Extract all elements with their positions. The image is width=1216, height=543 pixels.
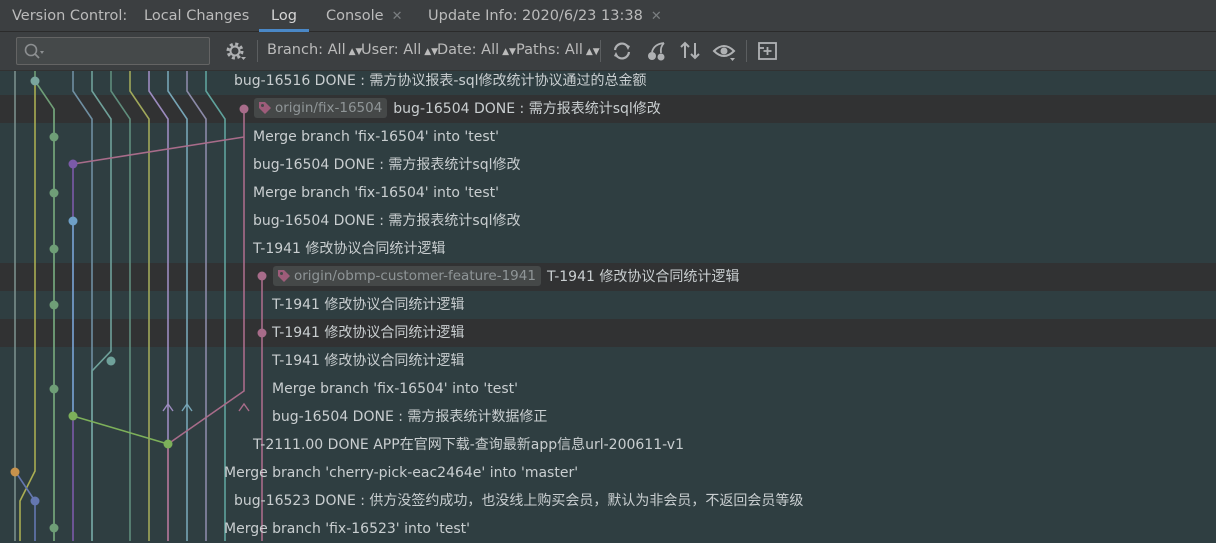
commit-message: T-1941 修改协议合同统计逻辑 [546,269,740,285]
commit-node [30,496,40,506]
close-icon[interactable]: ✕ [651,9,662,24]
commit-node [68,411,78,421]
branch-ref-label[interactable]: origin/fix-16504 [254,98,388,118]
tab-console-label: Console [326,8,384,24]
commit-message[interactable]: Merge branch 'fix-16504' into 'test' [253,179,499,207]
commit-message[interactable]: Merge branch 'cherry-pick-eac2464e' into… [224,459,578,487]
commit-message[interactable]: Merge branch 'fix-16504' into 'test' [253,123,499,151]
toolbar-separator [746,40,747,62]
tag-icon [259,102,271,114]
commit-node [257,271,267,281]
log-toolbar: Branch: All ▲▼ User: All ▲▼ Date: All ▲▼ Pa… [0,32,1216,71]
tool-window-tab-bar: Version Control: Local Changes Log Conso… [0,0,1216,32]
tab-update-info-label: Update Info: 2020/6/23 13:38 [428,8,643,24]
commit-node [49,523,59,533]
paths-filter-label: Paths: All [516,42,583,58]
search-text-field[interactable] [47,41,206,63]
commit-node [10,467,20,477]
commit-node [106,356,116,366]
commit-node [163,439,173,449]
tab-local-changes[interactable]: Local Changes [144,0,249,32]
close-icon[interactable]: ✕ [392,9,403,24]
commit-message[interactable]: T-1941 修改协议合同统计逻辑 [272,319,464,347]
tab-log[interactable]: Log [271,0,297,32]
eye-icon[interactable] [711,38,737,64]
commit-node [49,188,59,198]
date-filter-label: Date: All [437,42,500,58]
tab-update-info[interactable]: Update Info: 2020/6/23 13:38 ✕ [428,0,662,32]
commit-node [257,328,267,338]
branch-ref-label[interactable]: origin/obmp-customer-feature-1941 [273,266,541,286]
branch-filter-label: Branch: All [267,42,346,58]
version-control-title: Version Control: [12,8,128,24]
search-icon [24,43,44,59]
commit-node [68,216,78,226]
paths-filter[interactable]: Paths: All ▲▼ [516,32,600,69]
user-filter[interactable]: User: All ▲▼ [361,32,438,69]
commit-node [49,132,59,142]
commit-node [49,384,59,394]
commit-message[interactable]: T-1941 修改协议合同统计逻辑 [253,235,445,263]
commit-message[interactable]: bug-16504 DONE : 需方报表统计数据修正 [272,403,547,431]
cherry-pick-icon[interactable] [644,38,670,64]
dropdown-arrows-icon: ▲▼ [585,47,600,57]
user-filter-label: User: All [361,42,422,58]
commit-node [49,244,59,254]
tag-icon [278,270,290,282]
commit-node [68,159,78,169]
branch-filter[interactable]: Branch: All ▲▼ [267,32,362,69]
commit-message[interactable]: bug-16504 DONE : 需方报表统计sql修改 [253,207,521,235]
commit-message[interactable]: bug-16516 DONE : 需方协议报表-sql修改统计协议通过的总金额 [234,67,647,95]
commit-node [239,104,249,114]
commit-entry[interactable]: origin/fix-16504 bug-16504 DONE : 需方报表统计s… [254,95,661,123]
refresh-icon[interactable] [609,38,635,64]
settings-icon[interactable] [222,38,248,64]
commit-message[interactable]: Merge branch 'fix-16504' into 'test' [272,375,518,403]
commit-message[interactable]: T-1941 修改协议合同统计逻辑 [272,347,464,375]
commit-node [49,300,59,310]
branch-ref-text: origin/obmp-customer-feature-1941 [294,268,536,284]
sort-icon[interactable] [677,38,703,64]
commit-message: bug-16504 DONE : 需方报表统计sql修改 [393,101,661,117]
branch-ref-text: origin/fix-16504 [275,100,383,116]
commit-message[interactable]: bug-16523 DONE : 供方没签约成功，也没线上购买会员，默认为非会员… [234,487,803,515]
date-filter[interactable]: Date: All ▲▼ [437,32,516,69]
commit-node [30,76,40,86]
commit-message[interactable]: bug-16504 DONE : 需方报表统计sql修改 [253,151,521,179]
commit-message[interactable]: T-1941 修改协议合同统计逻辑 [272,291,464,319]
toolbar-separator [600,40,601,62]
commit-entry[interactable]: origin/obmp-customer-feature-1941 T-1941 … [273,263,739,291]
toolbar-separator [257,40,258,62]
search-input[interactable] [16,37,210,65]
new-tab-icon[interactable] [755,38,781,64]
dropdown-arrows-icon: ▲▼ [502,47,516,57]
commit-log-table: bug-16516 DONE : 需方协议报表-sql修改统计协议通过的总金额 … [0,71,1216,541]
commit-message[interactable]: Merge branch 'fix-16523' into 'test' [224,515,470,543]
commit-message[interactable]: T-2111.00 DONE APP在官网下载-查询最新app信息url-200… [253,431,684,459]
tab-console[interactable]: Console ✕ [326,0,402,32]
